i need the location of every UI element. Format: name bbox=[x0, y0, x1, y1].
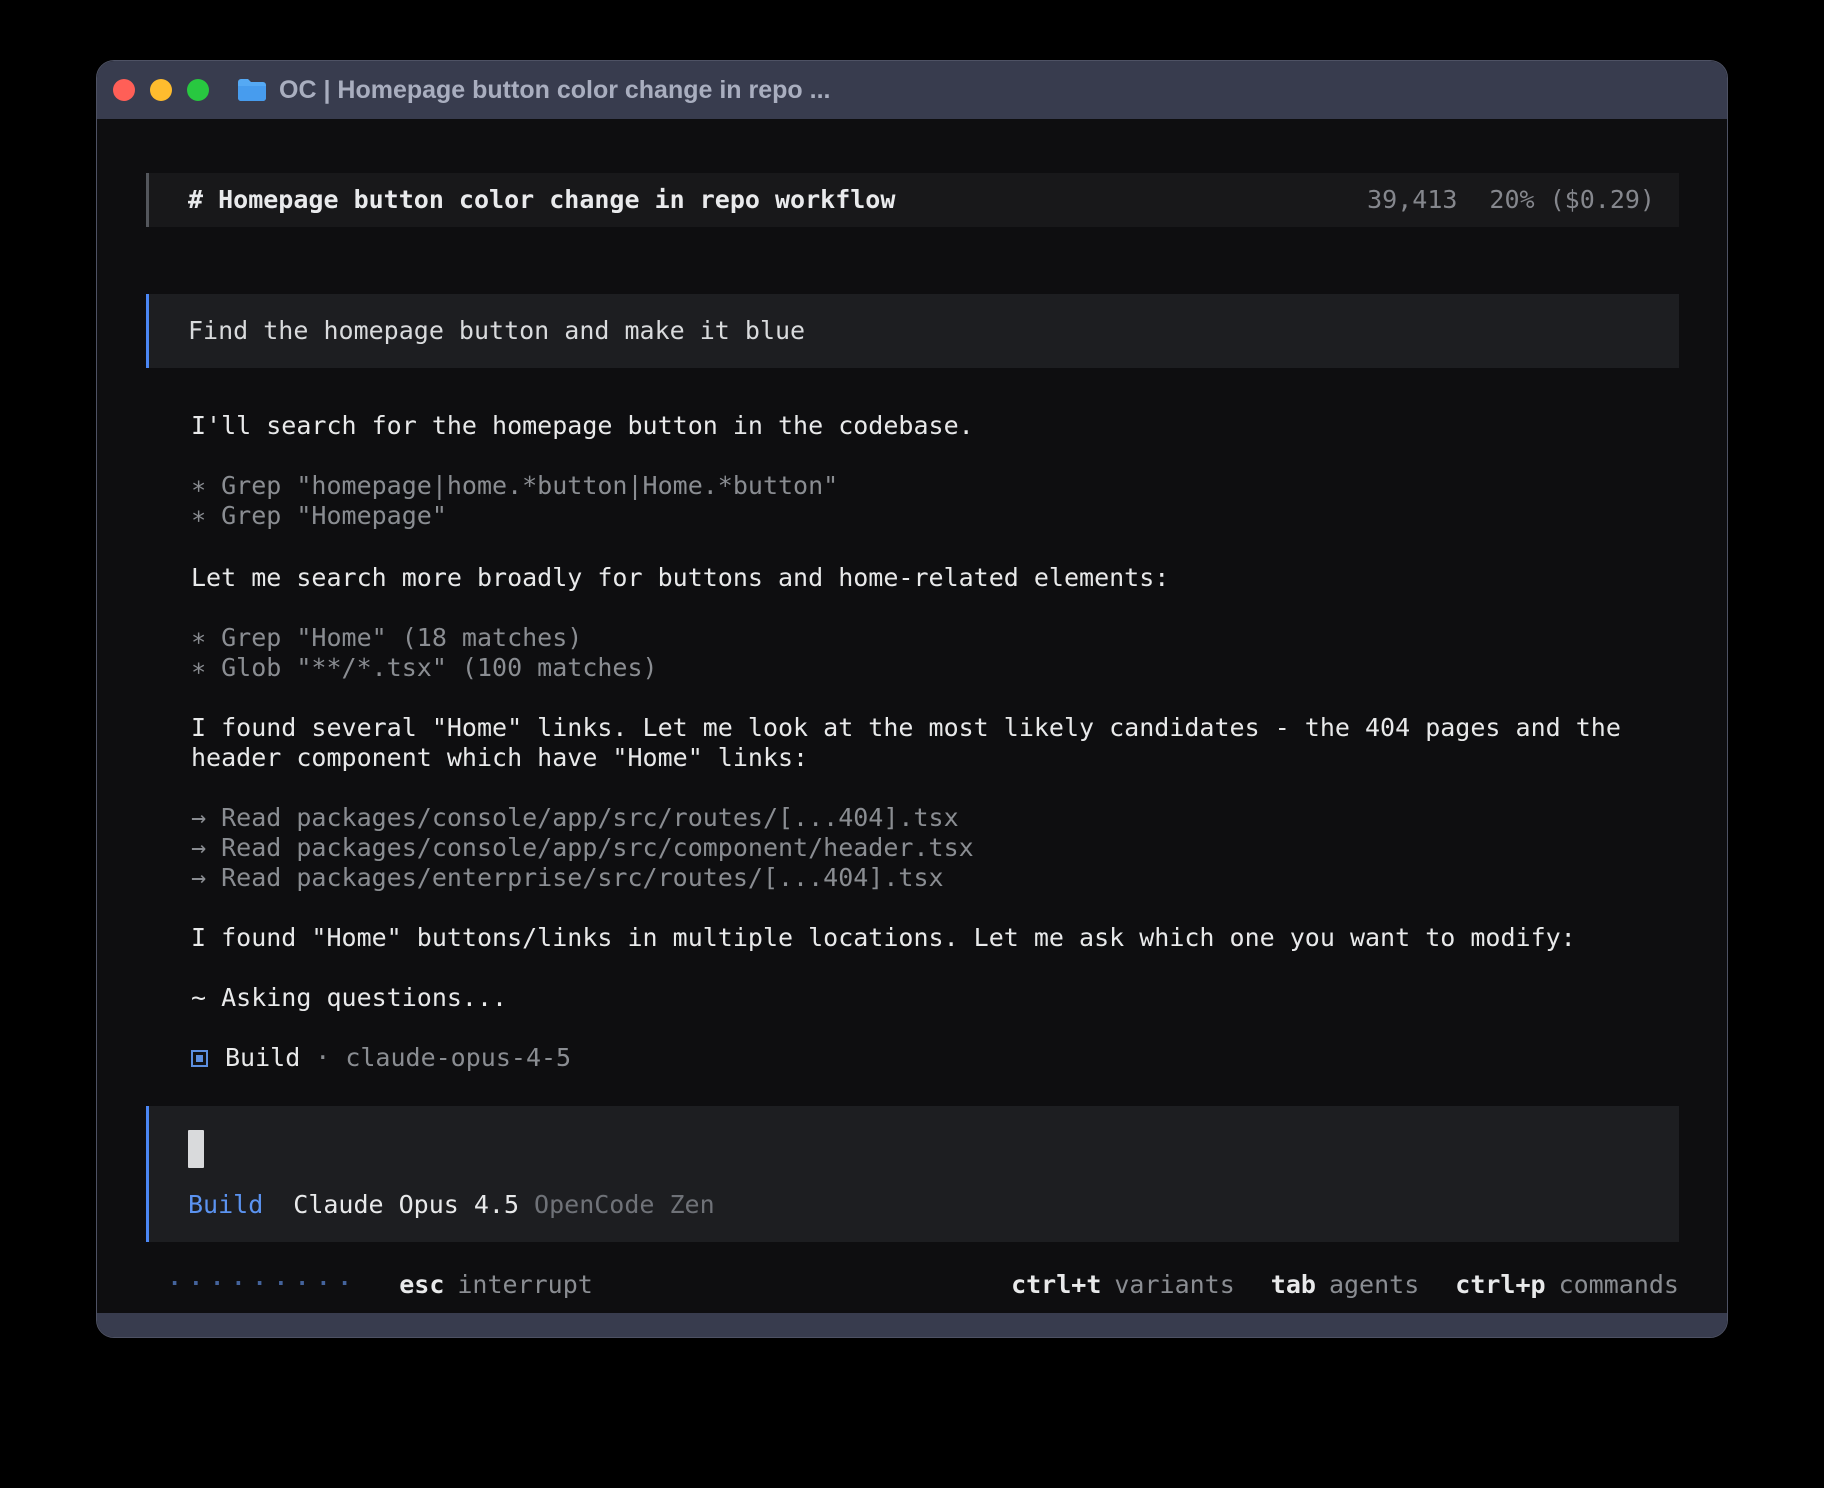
user-message: Find the homepage button and make it blu… bbox=[146, 294, 1679, 368]
agent-square-icon bbox=[191, 1050, 208, 1067]
context-usage-cost: 20% ($0.29) bbox=[1489, 185, 1655, 215]
keybind-variants[interactable]: ctrl+t variants bbox=[1011, 1270, 1235, 1300]
tool-call-read[interactable]: → Read packages/enterprise/src/routes/[.… bbox=[191, 863, 1679, 893]
session-stats: 39,413 20% ($0.29) bbox=[1367, 185, 1655, 215]
agent-name: Build bbox=[225, 1043, 300, 1073]
key-ctrl-p: ctrl+p bbox=[1455, 1270, 1545, 1300]
terminal-content: # Homepage button color change in repo w… bbox=[97, 119, 1727, 1313]
terminal-window: OC | Homepage button color change in rep… bbox=[96, 60, 1728, 1338]
tool-call-read[interactable]: → Read packages/console/app/src/routes/[… bbox=[191, 803, 1679, 833]
status-bar: ········· esc interrupt ctrl+t variants … bbox=[146, 1270, 1679, 1300]
user-message-text: Find the homepage button and make it blu… bbox=[188, 316, 805, 345]
agent-model: claude-opus-4-5 bbox=[345, 1043, 571, 1073]
key-tab: tab bbox=[1271, 1270, 1316, 1300]
key-tab-label: agents bbox=[1329, 1270, 1419, 1300]
keybind-agents[interactable]: tab agents bbox=[1271, 1270, 1419, 1300]
assistant-text: Let me search more broadly for buttons a… bbox=[191, 563, 1679, 593]
folder-icon bbox=[237, 78, 267, 102]
keybind-interrupt[interactable]: esc interrupt bbox=[399, 1270, 593, 1300]
agent-separator: · bbox=[315, 1043, 330, 1073]
status-right: ctrl+t variants tab agents ctrl+p comman… bbox=[1011, 1270, 1679, 1300]
session-title: # Homepage button color change in repo w… bbox=[188, 185, 895, 215]
prompt-input[interactable]: Build Claude Opus 4.5 OpenCode Zen bbox=[146, 1106, 1679, 1242]
agent-badge-row: Build · claude-opus-4-5 bbox=[191, 1043, 1679, 1073]
tool-call-grep[interactable]: ∗ Grep "homepage|home.*button|Home.*butt… bbox=[191, 471, 1679, 501]
provider-label: OpenCode Zen bbox=[534, 1190, 715, 1220]
key-esc-label: interrupt bbox=[457, 1270, 592, 1300]
session-header: # Homepage button color change in repo w… bbox=[146, 173, 1679, 227]
tool-call-grep[interactable]: ∗ Grep "Homepage" bbox=[191, 501, 1679, 531]
traffic-lights bbox=[113, 79, 209, 101]
assistant-text: I'll search for the homepage button in t… bbox=[191, 411, 1679, 441]
tool-call-glob[interactable]: ∗ Glob "**/*.tsx" (100 matches) bbox=[191, 653, 1679, 683]
window-title: OC | Homepage button color change in rep… bbox=[279, 76, 830, 105]
assistant-text: I found "Home" buttons/links in multiple… bbox=[191, 923, 1679, 953]
close-button[interactable] bbox=[113, 79, 135, 101]
key-ctrl-t: ctrl+t bbox=[1011, 1270, 1101, 1300]
status-left: ········· esc interrupt bbox=[146, 1270, 593, 1300]
spinner-dots: ········· bbox=[168, 1270, 359, 1300]
minimize-button[interactable] bbox=[150, 79, 172, 101]
key-esc: esc bbox=[399, 1270, 444, 1300]
keybind-commands[interactable]: ctrl+p commands bbox=[1455, 1270, 1679, 1300]
key-ctrl-t-label: variants bbox=[1114, 1270, 1234, 1300]
working-status: ~ Asking questions... bbox=[191, 983, 1679, 1013]
tool-call-grep[interactable]: ∗ Grep "Home" (18 matches) bbox=[191, 623, 1679, 653]
token-count: 39,413 bbox=[1367, 185, 1457, 215]
tool-call-read[interactable]: → Read packages/console/app/src/componen… bbox=[191, 833, 1679, 863]
assistant-text: I found several "Home" links. Let me loo… bbox=[191, 713, 1679, 773]
input-meta-line: Build Claude Opus 4.5 OpenCode Zen bbox=[188, 1190, 1655, 1220]
window-titlebar[interactable]: OC | Homepage button color change in rep… bbox=[97, 61, 1727, 119]
maximize-button[interactable] bbox=[187, 79, 209, 101]
key-ctrl-p-label: commands bbox=[1559, 1270, 1679, 1300]
text-cursor bbox=[188, 1130, 204, 1168]
model-label[interactable]: Claude Opus 4.5 bbox=[293, 1190, 519, 1220]
window-bottom-chrome bbox=[97, 1313, 1727, 1338]
agent-mode-label[interactable]: Build bbox=[188, 1190, 263, 1220]
